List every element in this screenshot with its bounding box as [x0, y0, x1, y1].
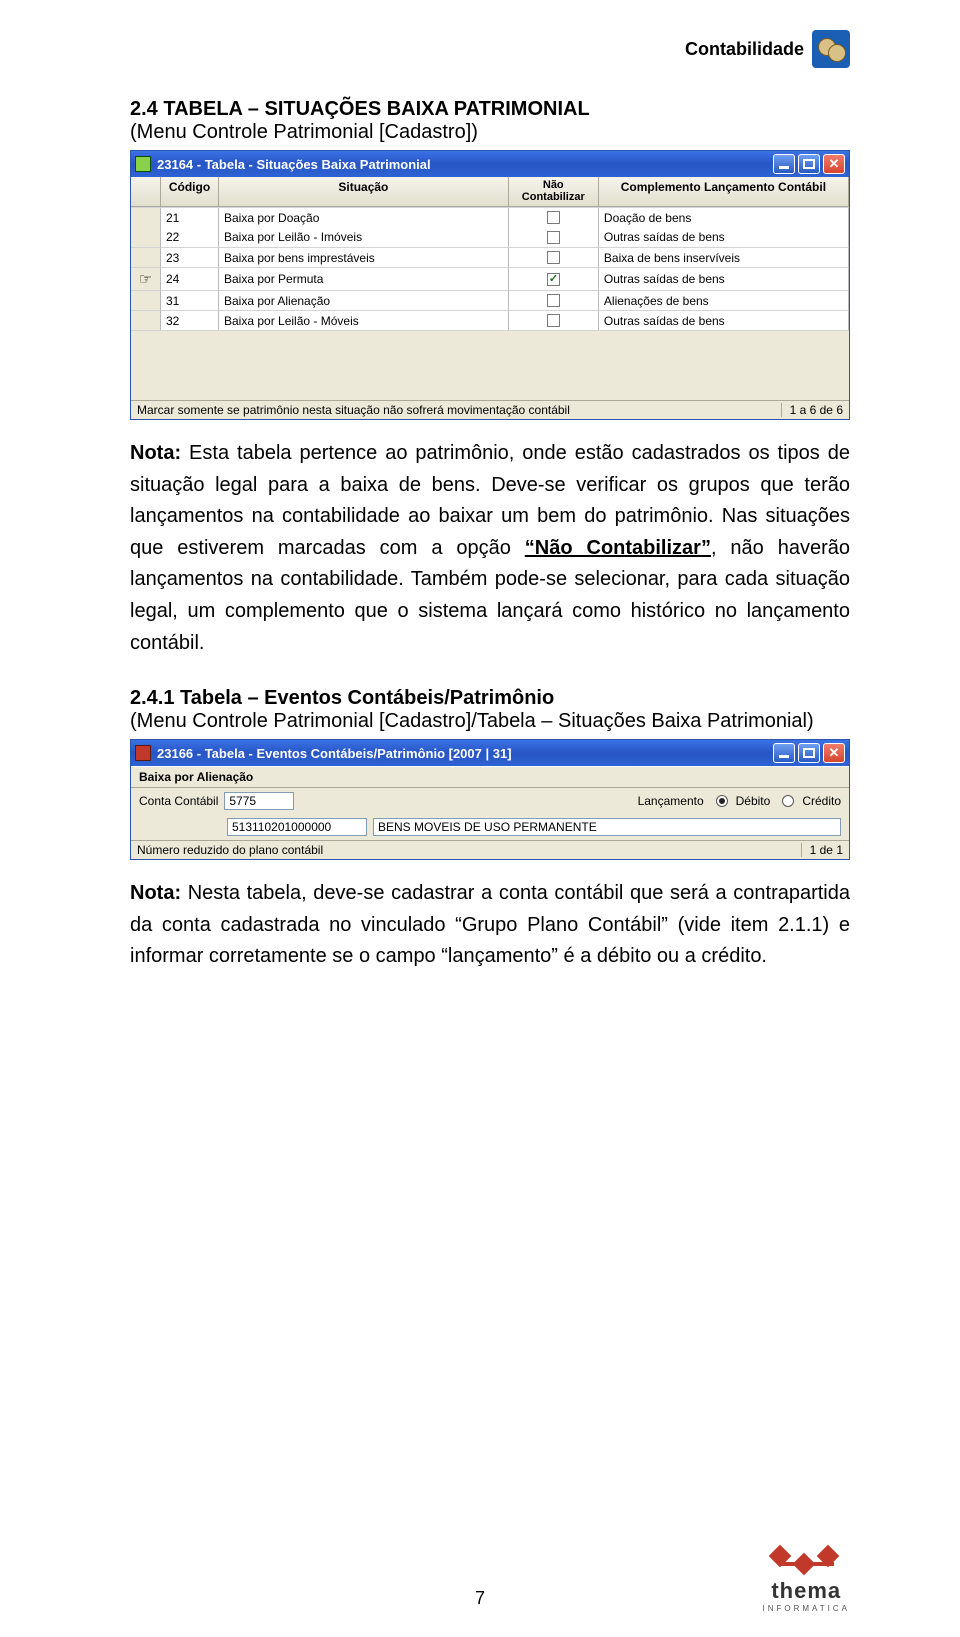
window-eventos-contabeis: 23166 - Tabela - Eventos Contábeis/Patri… [130, 739, 850, 860]
cell-situacao[interactable]: Baixa por Permuta [219, 267, 509, 290]
checkbox-icon[interactable] [547, 211, 560, 224]
section-2-4-1-sub: (Menu Controle Patrimonial [Cadastro]/Ta… [130, 710, 850, 733]
table-row[interactable]: 31Baixa por Alienação Alienações de bens [131, 290, 849, 310]
coins-icon [812, 30, 850, 68]
note-2-body: Nesta tabela, deve-se cadastrar a conta … [130, 882, 850, 967]
input-conta-contabil[interactable]: 5775 [224, 792, 294, 810]
maximize-button-2[interactable] [798, 743, 820, 763]
logo-text: thema [762, 1578, 850, 1604]
cell-nao-contabilizar[interactable] [509, 207, 599, 227]
cell-complemento[interactable]: Outras saídas de bens [599, 310, 849, 330]
cell-nao-contabilizar[interactable] [509, 290, 599, 310]
window-title-2: 23166 - Tabela - Eventos Contábeis/Patri… [157, 746, 770, 761]
cell-nao-contabilizar[interactable] [509, 310, 599, 330]
cell-codigo[interactable]: 21 [161, 207, 219, 227]
row-pointer [131, 290, 161, 310]
window-title: 23164 - Tabela - Situações Baixa Patrimo… [157, 157, 770, 172]
cell-codigo[interactable]: 31 [161, 290, 219, 310]
cell-complemento[interactable]: Outras saídas de bens [599, 227, 849, 247]
col-situacao[interactable]: Situação [219, 177, 509, 206]
cell-nao-contabilizar[interactable]: ✓ [509, 267, 599, 290]
note-1-underline: “Não Contabilizar” [525, 537, 711, 559]
row-pointer: ☞ [131, 267, 161, 290]
col-complemento[interactable]: Complemento Lançamento Contábil [599, 177, 849, 206]
radio-label-debito: Débito [736, 794, 771, 808]
cell-nao-contabilizar[interactable] [509, 227, 599, 247]
table-header: Código Situação Não Contabilizar Complem… [131, 177, 849, 207]
table-row[interactable]: 23Baixa por bens imprestáveis Baixa de be… [131, 247, 849, 267]
row-pointer [131, 247, 161, 267]
row-pointer [131, 310, 161, 330]
checkbox-icon[interactable] [547, 314, 560, 327]
status-left: Marcar somente se patrimônio nesta situa… [137, 403, 781, 417]
titlebar[interactable]: 23164 - Tabela - Situações Baixa Patrimo… [131, 151, 849, 177]
sub-header: Baixa por Alienação [131, 766, 849, 788]
app-icon [135, 156, 151, 172]
label-lancamento: Lançamento [638, 794, 704, 808]
table-row[interactable]: 21Baixa por Doação Doação de bens [131, 207, 849, 227]
empty-area [131, 330, 849, 400]
section-2-4-heading: 2.4 TABELA – SITUAÇÕES BAIXA PATRIMONIAL [130, 98, 850, 121]
checkbox-icon[interactable] [547, 231, 560, 244]
window-situacoes-baixa: 23164 - Tabela - Situações Baixa Patrimo… [130, 150, 850, 420]
col-nao-contabilizar[interactable]: Não Contabilizar [509, 177, 599, 206]
note-1: Nota: Esta tabela pertence ao patrimônio… [130, 438, 850, 659]
close-button[interactable] [823, 154, 845, 174]
section-2-4-sub: (Menu Controle Patrimonial [Cadastro]) [130, 121, 850, 144]
cell-complemento[interactable]: Doação de bens [599, 207, 849, 227]
checkbox-icon[interactable]: ✓ [547, 273, 560, 286]
label-conta-contabil: Conta Contábil [139, 794, 218, 808]
note-2: Nota: Nesta tabela, deve-se cadastrar a … [130, 878, 850, 973]
cell-complemento[interactable]: Outras saídas de bens [599, 267, 849, 290]
row-pointer [131, 207, 161, 227]
cell-situacao[interactable]: Baixa por Doação [219, 207, 509, 227]
cell-situacao[interactable]: Baixa por Leilão - Móveis [219, 310, 509, 330]
table-row[interactable]: 22Baixa por Leilão - Imóveis Outras saída… [131, 227, 849, 247]
titlebar-2[interactable]: 23166 - Tabela - Eventos Contábeis/Patri… [131, 740, 849, 766]
cell-situacao[interactable]: Baixa por Leilão - Imóveis [219, 227, 509, 247]
note-2-lead: Nota: [130, 882, 181, 904]
doc-header-title: Contabilidade [685, 39, 804, 60]
status-right-2: 1 de 1 [801, 843, 843, 857]
logo: thema INFORMATICA [762, 1546, 850, 1613]
cell-codigo[interactable]: 22 [161, 227, 219, 247]
status-right: 1 a 6 de 6 [781, 403, 843, 417]
logo-subtext: INFORMATICA [762, 1604, 850, 1613]
table-row[interactable]: 32Baixa por Leilão - Móveis Outras saídas… [131, 310, 849, 330]
close-button-2[interactable] [823, 743, 845, 763]
radio-debito[interactable] [716, 795, 728, 807]
input-codigo-conta[interactable]: 513110201000000 [227, 818, 367, 836]
cell-codigo[interactable]: 32 [161, 310, 219, 330]
radio-label-credito: Crédito [802, 794, 841, 808]
page-number: 7 [475, 1588, 485, 1609]
cell-codigo[interactable]: 24 [161, 267, 219, 290]
section-2-4-1-heading: 2.4.1 Tabela – Eventos Contábeis/Patrimô… [130, 687, 850, 710]
checkbox-icon[interactable] [547, 294, 560, 307]
note-lead: Nota: [130, 442, 181, 464]
radio-credito[interactable] [782, 795, 794, 807]
cell-situacao[interactable]: Baixa por Alienação [219, 290, 509, 310]
input-descricao-conta[interactable]: BENS MOVEIS DE USO PERMANENTE [373, 818, 841, 836]
status-left-2: Número reduzido do plano contábil [137, 843, 801, 857]
checkbox-icon[interactable] [547, 251, 560, 264]
cell-codigo[interactable]: 23 [161, 247, 219, 267]
col-selector [131, 177, 161, 206]
col-codigo[interactable]: Código [161, 177, 219, 206]
row-pointer [131, 227, 161, 247]
minimize-button[interactable] [773, 154, 795, 174]
cell-nao-contabilizar[interactable] [509, 247, 599, 267]
logo-icon [766, 1546, 846, 1580]
cell-complemento[interactable]: Baixa de bens inservíveis [599, 247, 849, 267]
maximize-button[interactable] [798, 154, 820, 174]
app-icon-2 [135, 745, 151, 761]
table-row[interactable]: ☞24Baixa por Permuta ✓ Outras saídas de be… [131, 267, 849, 290]
cell-complemento[interactable]: Alienações de bens [599, 290, 849, 310]
cell-situacao[interactable]: Baixa por bens imprestáveis [219, 247, 509, 267]
minimize-button-2[interactable] [773, 743, 795, 763]
